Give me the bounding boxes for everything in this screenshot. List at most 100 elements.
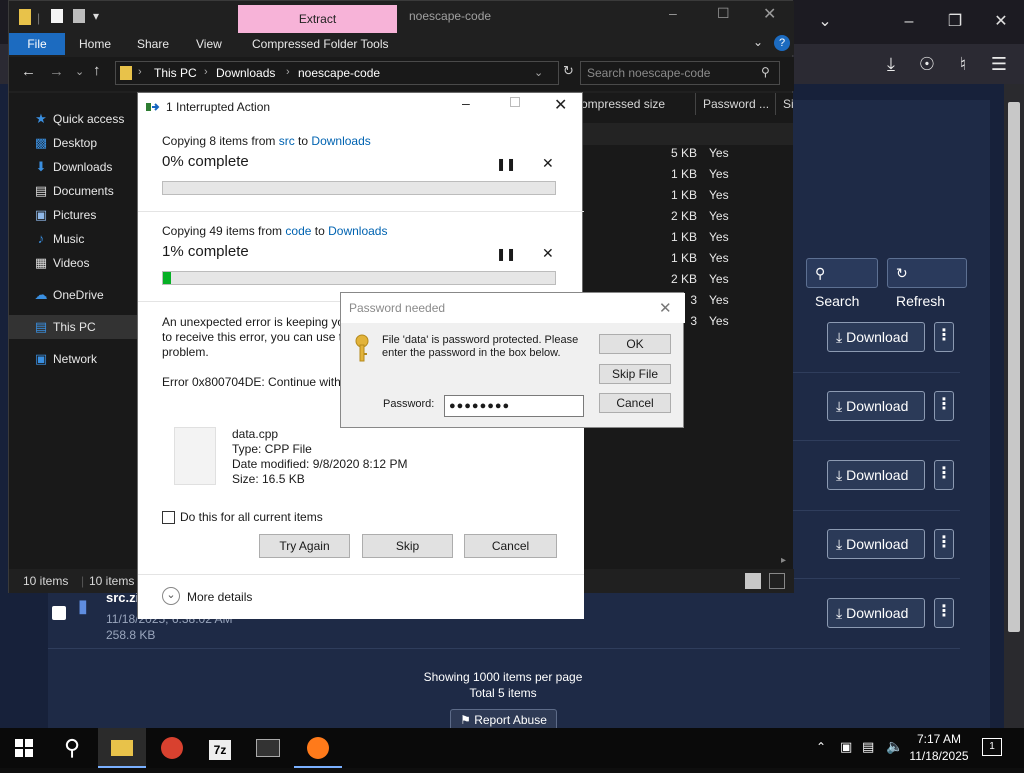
cancel-operation-icon[interactable]: ✕ (542, 155, 554, 172)
refresh-icon[interactable]: ↻ (563, 63, 574, 79)
close-icon[interactable]: ✕ (554, 95, 567, 115)
notification-center-icon[interactable]: 1 (982, 738, 1002, 756)
refresh-button[interactable]: ↻ Refresh (887, 258, 967, 309)
download-button[interactable]: ⤓ Download (827, 529, 925, 559)
tab-home[interactable]: Home (79, 33, 111, 55)
download-button[interactable]: ⤓ Download (827, 598, 925, 628)
network-icon[interactable]: ▤ (862, 739, 874, 755)
more-options-icon[interactable]: ⋮ (934, 598, 954, 628)
details-view-icon[interactable] (745, 573, 761, 589)
download-button[interactable]: ⤓ Download (827, 391, 925, 421)
close-icon[interactable]: ✕ (978, 0, 1024, 44)
minimize-icon[interactable]: – (886, 0, 932, 44)
try-again-button[interactable]: Try Again (259, 534, 350, 558)
address-dropdown-icon[interactable]: ⌄ (534, 66, 543, 79)
nav-videos[interactable]: ▦ Videos (9, 251, 137, 275)
qat-dropdown-icon[interactable]: ▾ (93, 9, 99, 23)
nav-onedrive[interactable]: ☁ OneDrive (9, 283, 137, 307)
more-options-icon[interactable]: ⋮ (934, 322, 954, 352)
download-button[interactable]: ⤓ Download (827, 460, 925, 490)
source-link[interactable]: code (285, 224, 311, 238)
recent-chevron-icon[interactable]: ⌄ (75, 65, 84, 78)
new-folder-icon[interactable] (73, 9, 85, 23)
source-link[interactable]: src (279, 134, 295, 148)
download-button[interactable]: ⤓ Download (827, 322, 925, 352)
tab-compressed-folder-tools[interactable]: Compressed Folder Tools (252, 33, 389, 55)
table-row[interactable]: 5 KB Yes (647, 143, 749, 164)
maximize-icon[interactable]: ☐ (717, 5, 730, 22)
more-details-link[interactable]: More details (187, 590, 252, 604)
more-options-icon[interactable]: ⋮ (934, 460, 954, 490)
account-icon[interactable]: ☉ (910, 47, 944, 81)
scroll-right-icon[interactable]: ▸ (781, 555, 786, 566)
skip-button[interactable]: Skip (362, 534, 453, 558)
restore-icon[interactable]: ❐ (932, 0, 978, 44)
tab-file[interactable]: File (9, 33, 65, 55)
ribbon-expand-chevron-icon[interactable]: ⌄ (753, 35, 763, 49)
firefox-taskbar-icon[interactable] (294, 728, 342, 768)
nav-documents[interactable]: ▤ Documents (9, 179, 137, 203)
close-icon[interactable]: ✕ (763, 4, 776, 24)
nav-quick-access[interactable]: ★ Quick access (9, 107, 137, 131)
7zip-taskbar-icon[interactable]: 7z (196, 728, 244, 768)
table-row[interactable]: 1 KB Yes (647, 185, 749, 206)
nav-pictures[interactable]: ▣ Pictures (9, 203, 137, 227)
nav-desktop[interactable]: ▩ Desktop (9, 131, 137, 155)
downloads-icon[interactable]: ⤓ (874, 47, 908, 81)
tab-view[interactable]: View (196, 33, 222, 55)
cancel-button[interactable]: Cancel (464, 534, 557, 558)
pause-icon[interactable]: ❚❚ (496, 247, 516, 261)
column-compressed-size[interactable]: ompressed size (581, 93, 665, 115)
table-row[interactable]: 1 KB Yes (647, 227, 749, 248)
back-arrow-icon[interactable]: ← (21, 63, 36, 80)
skip-file-button[interactable]: Skip File (599, 364, 671, 384)
tab-extract[interactable]: Extract (238, 5, 397, 33)
page-scrollbar-thumb[interactable] (1008, 102, 1020, 632)
row-checkbox[interactable] (52, 606, 66, 620)
destination-link[interactable]: Downloads (311, 134, 370, 148)
cancel-button[interactable]: Cancel (599, 393, 671, 413)
nav-music[interactable]: ♪ Music (9, 227, 137, 251)
search-icon[interactable]: ⚲ (48, 728, 96, 768)
extensions-icon[interactable]: ♮ (946, 47, 980, 81)
table-row[interactable]: 2 KB Yes (647, 269, 749, 290)
table-row[interactable]: 1 KB Yes (647, 164, 749, 185)
pause-icon[interactable]: ❚❚ (496, 157, 516, 171)
password-input[interactable]: ●●●●●●●● (444, 395, 584, 417)
file-explorer-taskbar-icon[interactable] (98, 728, 146, 768)
destination-link[interactable]: Downloads (328, 224, 387, 238)
more-options-icon[interactable]: ⋮ (934, 391, 954, 421)
meet-now-icon[interactable]: ▣ (840, 739, 852, 755)
clock-time[interactable]: 7:17 AM (908, 732, 970, 746)
table-row[interactable]: 1 KB Yes (647, 248, 749, 269)
menu-icon[interactable]: ☰ (982, 47, 1016, 81)
close-icon[interactable]: ✕ (659, 299, 672, 317)
clock-date[interactable]: 11/18/2025 (906, 749, 972, 763)
nav-downloads[interactable]: ⬇ Downloads (9, 155, 137, 179)
help-icon[interactable]: ? (774, 35, 790, 51)
minimize-icon[interactable]: – (669, 5, 677, 21)
search-button[interactable]: ⚲ Search (806, 258, 878, 309)
breadcrumb-noescape-code[interactable]: noescape-code (298, 66, 380, 80)
more-options-icon[interactable]: ⋮ (934, 529, 954, 559)
ok-button[interactable]: OK (599, 334, 671, 354)
up-arrow-icon[interactable]: ↑ (93, 62, 101, 79)
table-row[interactable]: 2 KB Yes (647, 206, 749, 227)
terminal-taskbar-icon[interactable] (244, 728, 292, 768)
forward-arrow-icon[interactable]: → (49, 63, 64, 80)
cancel-operation-icon[interactable]: ✕ (542, 245, 554, 262)
tab-list-chevron-icon[interactable]: ⌄ (802, 0, 848, 44)
address-bar[interactable]: › This PC › Downloads › noescape-code ⌄ (115, 61, 559, 85)
breadcrumb-downloads[interactable]: Downloads (216, 66, 275, 80)
column-size[interactable]: Si (783, 93, 794, 115)
show-hidden-icons-chevron-icon[interactable]: ⌃ (816, 740, 826, 754)
nav-network[interactable]: ▣ Network (9, 347, 137, 371)
column-password[interactable]: Password ... (703, 93, 769, 115)
start-button[interactable] (0, 728, 48, 768)
tiles-view-icon[interactable] (769, 573, 785, 589)
apply-all-checkbox[interactable] (162, 511, 175, 524)
browser-red-taskbar-icon[interactable] (148, 728, 196, 768)
tab-share[interactable]: Share (137, 33, 169, 55)
minimize-icon[interactable]: – (462, 95, 470, 111)
nav-this-pc[interactable]: ▤ This PC (9, 315, 137, 339)
